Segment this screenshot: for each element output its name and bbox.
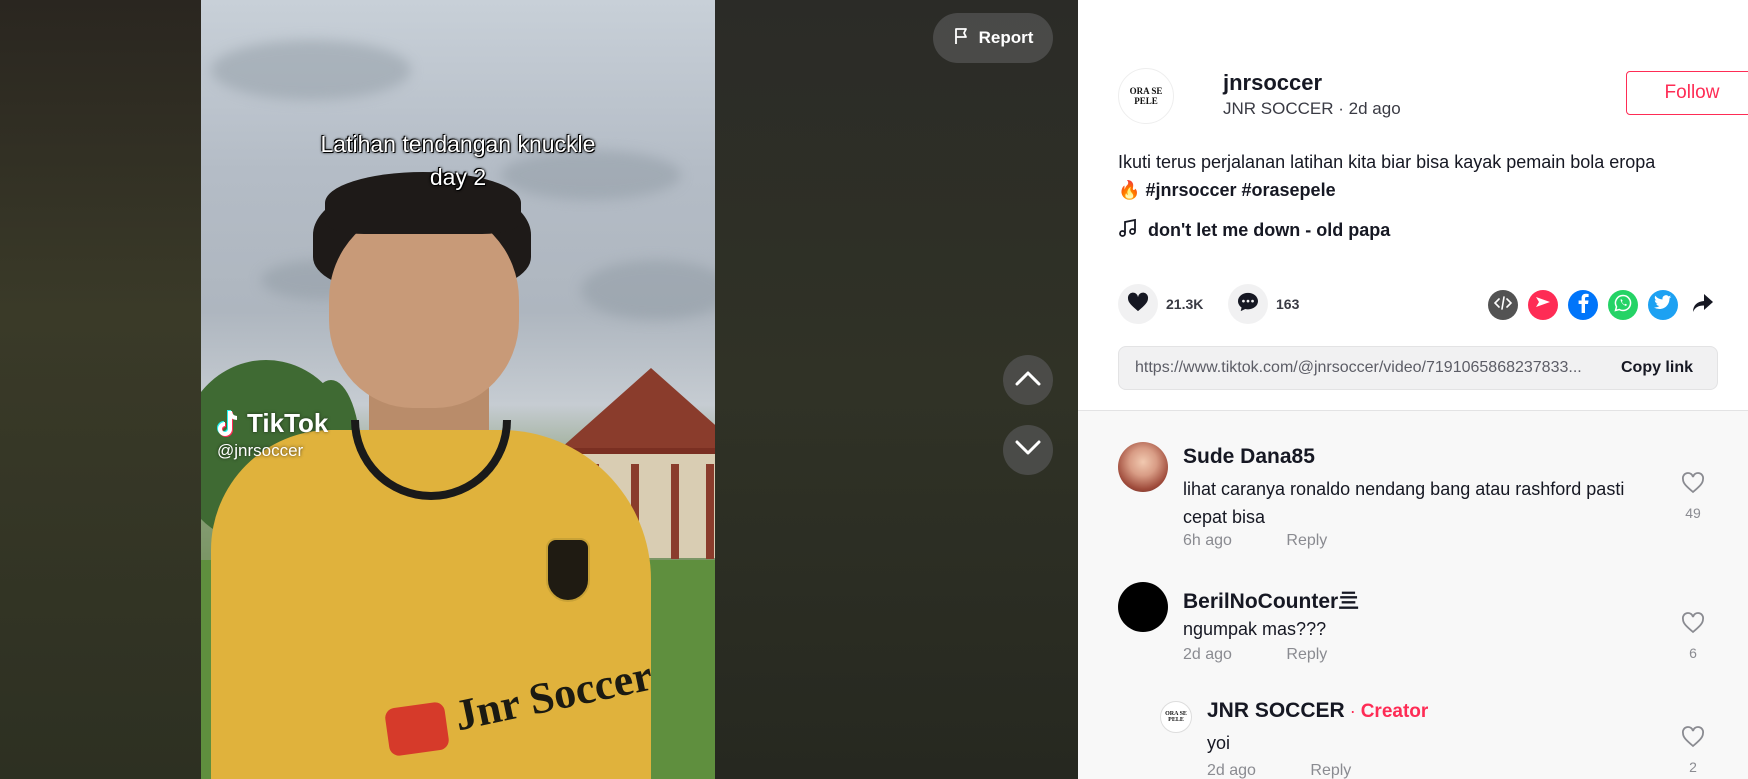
twitter-icon	[1654, 295, 1672, 315]
previous-video-button[interactable]	[1003, 355, 1053, 405]
share-arrow-icon	[1692, 293, 1714, 318]
reply-avatar-text-2: PELE	[1168, 717, 1184, 723]
comment-text: yoi	[1207, 733, 1231, 753]
video-link[interactable]: https://www.tiktok.com/@jnrsoccer/video/…	[1119, 359, 1597, 377]
tiktok-logo-icon	[217, 409, 241, 439]
video-caption-line-2: day 2	[429, 164, 487, 190]
share-facebook-button[interactable]	[1568, 290, 1598, 320]
tiktok-watermark: TikTok @jnrsoccer	[217, 408, 328, 461]
video-caption-line-1: Latihan tendangan knuckle	[320, 131, 596, 157]
watermark-handle: @jnrsoccer	[217, 441, 304, 460]
send-to-friends-icon	[1535, 295, 1551, 316]
comment-like-count: 6	[1689, 645, 1697, 661]
like-button[interactable]	[1118, 284, 1158, 324]
comment-meta: 2d ago Reply	[1183, 646, 1327, 664]
comment-button[interactable]	[1228, 284, 1268, 324]
comment-like-button[interactable]: 49	[1678, 472, 1708, 521]
author-meta: JNR SOCCER · 2d ago	[1223, 99, 1401, 119]
comment-text: ngumpak mas???	[1183, 619, 1327, 639]
avatar[interactable]	[1118, 582, 1168, 632]
comment-bubble-icon	[1237, 292, 1259, 317]
music-title: don't let me down - old papa	[1148, 220, 1391, 240]
hashtag-jnrsoccer[interactable]: #jnrsoccer	[1145, 180, 1236, 200]
meta-separator: ·	[1338, 99, 1344, 118]
author-display-name: JNR SOCCER	[1223, 99, 1334, 118]
reply-button[interactable]: Reply	[1286, 646, 1327, 663]
comment-like-count: 49	[1685, 505, 1701, 521]
creator-badge: Creator	[1360, 701, 1429, 722]
send-to-friends-button[interactable]	[1528, 290, 1558, 320]
hashtag-orasepele[interactable]: #orasepele	[1242, 180, 1336, 200]
reply-button[interactable]: Reply	[1310, 762, 1351, 779]
video-caption: Latihan tendangan knuckle day 2	[201, 128, 715, 194]
like-count: 21.3K	[1166, 296, 1204, 312]
comment-time: 2d ago	[1183, 646, 1232, 663]
comment-item: Sude Dana85 lihat caranya ronaldo nendan…	[1118, 442, 1718, 552]
fire-emoji: 🔥	[1118, 180, 1141, 200]
avatar-text-line-2: PELE	[1134, 96, 1158, 106]
comment-meta: 2d ago Reply	[1207, 762, 1351, 779]
facebook-icon	[1576, 293, 1590, 318]
heart-outline-icon	[1681, 612, 1705, 638]
person-face	[329, 208, 519, 408]
reply-button[interactable]: Reply	[1286, 532, 1327, 549]
comment-time: 2d ago	[1207, 762, 1256, 779]
whatsapp-icon	[1614, 294, 1632, 317]
share-twitter-button[interactable]	[1648, 290, 1678, 320]
report-button[interactable]: Report	[933, 13, 1053, 63]
video-description: Ikuti terus perjalanan latihan kita biar…	[1118, 148, 1718, 204]
more-share-button[interactable]	[1688, 290, 1718, 320]
comment-reply-item: ORA SE PELE JNR SOCCER · Creator yoi 2d …	[1160, 696, 1718, 779]
comments-list: Sude Dana85 lihat caranya ronaldo nendan…	[1078, 411, 1748, 779]
building-roof	[561, 368, 715, 448]
author-avatar[interactable]: ORA SE PELE	[1118, 68, 1174, 124]
comment-count: 163	[1276, 296, 1300, 312]
sponsor-logo	[383, 701, 451, 757]
tiktok-watermark-text: TikTok	[247, 408, 329, 438]
comment-author[interactable]: Sude Dana85	[1183, 445, 1315, 469]
follow-button[interactable]: Follow	[1626, 71, 1748, 115]
post-info-section: ORA SE PELE jnrsoccer JNR SOCCER · 2d ag…	[1078, 0, 1748, 411]
comment-time: 6h ago	[1183, 532, 1232, 549]
comment-author[interactable]: BerilNoCounter亖	[1183, 585, 1359, 615]
comment-like-button[interactable]: 6	[1678, 612, 1708, 661]
comment-meta: 6h ago Reply	[1183, 532, 1327, 550]
avatar[interactable]	[1118, 442, 1168, 492]
comment-like-count: 2	[1689, 759, 1697, 775]
heart-outline-icon	[1681, 726, 1705, 752]
video-frame[interactable]: Jnr Soccer Latihan tendangan knuckle day…	[201, 0, 715, 779]
next-video-button[interactable]	[1003, 425, 1053, 475]
video-detail-panel: ORA SE PELE jnrsoccer JNR SOCCER · 2d ag…	[1078, 0, 1748, 779]
author-row: ORA SE PELE jnrsoccer JNR SOCCER · 2d ag…	[1118, 68, 1748, 128]
actions-row: 21.3K 163	[1118, 284, 1718, 326]
share-whatsapp-button[interactable]	[1608, 290, 1638, 320]
embed-button[interactable]	[1488, 290, 1518, 320]
comment-item: BerilNoCounter亖 ngumpak mas??? 2d ago Re…	[1118, 582, 1718, 682]
jersey-crest	[546, 538, 590, 602]
heart-icon	[1127, 292, 1149, 317]
avatar[interactable]: ORA SE PELE	[1160, 701, 1192, 733]
comment-author[interactable]: JNR SOCCER · Creator	[1207, 699, 1428, 723]
video-blur-background-left	[0, 0, 201, 779]
chevron-down-icon	[1015, 440, 1041, 461]
copy-link-box: https://www.tiktok.com/@jnrsoccer/video/…	[1118, 346, 1718, 390]
music-link[interactable]: don't let me down - old papa	[1118, 218, 1390, 243]
author-username[interactable]: jnrsoccer	[1223, 70, 1322, 96]
creator-separator: ·	[1344, 701, 1361, 721]
comment-like-button[interactable]: 2	[1678, 726, 1708, 775]
copy-link-button[interactable]: Copy link	[1597, 359, 1717, 377]
chevron-up-icon	[1015, 370, 1041, 391]
avatar-text-line-1: ORA SE	[1129, 86, 1163, 96]
music-note-icon	[1118, 218, 1138, 243]
flag-icon	[953, 27, 971, 50]
heart-outline-icon	[1681, 472, 1705, 498]
post-date: 2d ago	[1348, 99, 1401, 118]
comment-text: lihat caranya ronaldo nendang bang atau …	[1183, 479, 1625, 527]
description-text: Ikuti terus perjalanan latihan kita biar…	[1118, 152, 1656, 172]
embed-code-icon	[1493, 295, 1513, 315]
report-label: Report	[978, 28, 1034, 47]
reply-author-name: JNR SOCCER	[1207, 699, 1345, 722]
video-player-area: Jnr Soccer Latihan tendangan knuckle day…	[0, 0, 1078, 779]
